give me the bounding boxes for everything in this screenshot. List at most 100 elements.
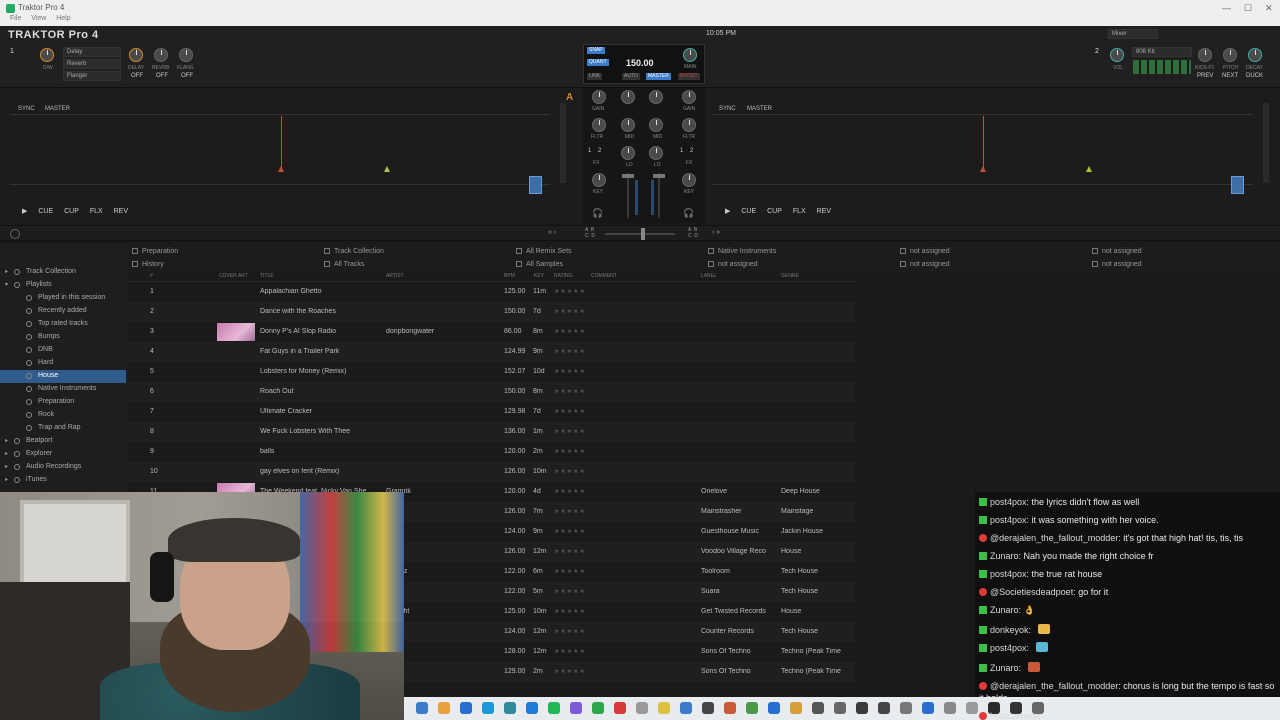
prev-button[interactable]: PREV — [1197, 73, 1213, 79]
col-header-genre[interactable]: GENRE — [781, 273, 799, 279]
fx-delay-knob[interactable] — [129, 48, 143, 62]
deck-b-gain-knob[interactable] — [682, 90, 696, 104]
sidebar-item[interactable]: Top rated tracks — [0, 318, 126, 331]
col-header-key[interactable]: KEY — [534, 273, 544, 279]
rating-stars[interactable]: ★★★★★ — [554, 348, 586, 355]
deck-b-hi-knob[interactable] — [649, 90, 663, 104]
rating-stars[interactable]: ★★★★★ — [554, 568, 586, 575]
taskbar-app-icon[interactable] — [966, 702, 978, 714]
table-row[interactable]: 5 Lobsters for Money (Remix) 152.07 10d ★★★★… — [128, 362, 855, 382]
col-header-comment[interactable]: COMMENT — [591, 273, 617, 279]
deck-b-cue-headphone-icon[interactable]: 🎧 — [683, 208, 694, 219]
sidebar-item[interactable]: House — [0, 370, 126, 383]
crossfader-assign-left[interactable]: A B C D — [585, 227, 595, 239]
favorite-slot[interactable]: All Remix Sets — [516, 248, 572, 255]
taskbar-app-icon[interactable] — [592, 702, 604, 714]
crossfader[interactable] — [605, 233, 675, 235]
fx-delay-off-button[interactable]: OFF — [131, 73, 143, 79]
deck-b-cup-button[interactable]: CUP — [767, 208, 782, 215]
taskbar-app-icon[interactable] — [504, 702, 516, 714]
rating-stars[interactable]: ★★★★★ — [554, 628, 586, 635]
taskbar-app-icon[interactable] — [702, 702, 714, 714]
col-header-bpm[interactable]: BPM — [504, 273, 515, 279]
fx2-assign-a[interactable]: 2 — [598, 148, 601, 154]
favorite-slot[interactable]: All Samples — [516, 261, 563, 268]
remix-kit-select[interactable]: 808 Kit — [1132, 47, 1192, 57]
sidebar-item[interactable]: ▾ Playlists — [0, 279, 126, 292]
deck-a-key-knob[interactable] — [592, 173, 606, 187]
rating-stars[interactable]: ★★★★★ — [554, 408, 586, 415]
deck-a-gain-knob[interactable] — [592, 90, 606, 104]
duck-button[interactable]: DUCK — [1246, 73, 1263, 79]
deck-a-master-button[interactable]: MASTER — [45, 106, 70, 112]
table-row[interactable]: 8 We Fuck Lobsters With Thee 136.00 1m ★★★★★ — [128, 422, 855, 442]
fx-select-2[interactable]: Reverb — [63, 59, 121, 69]
menu-view[interactable]: View — [31, 15, 46, 22]
sidebar-item[interactable]: Preparation — [0, 396, 126, 409]
rating-stars[interactable]: ★★★★★ — [554, 668, 586, 675]
taskbar-app-icon[interactable] — [460, 702, 472, 714]
table-row[interactable]: 4 Fat Guys in a Trailer Park 124.99 9m ★★★★★ — [128, 342, 855, 362]
favorite-slot[interactable]: Preparation — [132, 248, 178, 255]
taskbar-app-icon[interactable] — [658, 702, 670, 714]
fx-select-3[interactable]: Flanger — [63, 71, 121, 81]
favorite-slot[interactable]: not assigned — [708, 261, 758, 268]
favorite-slot[interactable]: not assigned — [900, 261, 950, 268]
fx-reverb-off-button[interactable]: OFF — [156, 73, 168, 79]
sidebar-item[interactable]: Rock — [0, 409, 126, 422]
play-icon[interactable]: ▶ — [22, 208, 27, 215]
rating-stars[interactable]: ★★★★★ — [554, 528, 586, 535]
fx-flanger-knob[interactable] — [179, 48, 193, 62]
deck-a-pitch-fader[interactable] — [560, 103, 566, 183]
sidebar-item[interactable]: Trap and Rap — [0, 422, 126, 435]
taskbar-app-icon[interactable] — [834, 702, 846, 714]
decay-knob[interactable] — [1248, 48, 1262, 62]
deck-b-sync-button[interactable]: SYNC — [719, 106, 736, 112]
sidebar-item[interactable]: Bumps — [0, 331, 126, 344]
play-icon[interactable]: ▶ — [725, 208, 730, 215]
search-icon[interactable] — [10, 229, 20, 239]
table-row[interactable]: 6 Roach Out 150.00 8m ★★★★★ — [128, 382, 855, 402]
fx1-assign-a[interactable]: 1 — [588, 148, 591, 154]
expand-arrow-icon[interactable]: ▸ — [5, 463, 8, 470]
taskbar-app-icon[interactable] — [614, 702, 626, 714]
expand-arrow-icon[interactable]: ▾ — [5, 281, 8, 288]
fx-drywet-knob[interactable] — [40, 48, 54, 62]
rating-stars[interactable]: ★★★★★ — [554, 368, 586, 375]
boost-button[interactable]: BOOST — [678, 73, 700, 80]
pitch-knob[interactable] — [1223, 48, 1237, 62]
taskbar-app-icon[interactable] — [944, 702, 956, 714]
col-header-artist[interactable]: ARTIST — [386, 273, 404, 279]
deck-a-flx-button[interactable]: FLX — [90, 208, 103, 215]
taskbar-app-icon[interactable] — [570, 702, 582, 714]
deck-a-channel-fader[interactable] — [627, 173, 629, 218]
deck-b-channel-fader[interactable] — [658, 173, 660, 218]
table-row[interactable]: 10 gay elves on fent (Remix) 126.00 10m ★★★★… — [128, 462, 855, 482]
sidebar-item[interactable]: ▸ Audio Recordings — [0, 461, 126, 474]
expand-arrow-icon[interactable]: ▸ — [5, 268, 8, 275]
sidebar-item[interactable]: ▸ Beatport — [0, 435, 126, 448]
pad-grid[interactable] — [1133, 60, 1191, 74]
menu-file[interactable]: File — [10, 15, 21, 22]
sidebar-item[interactable]: Recently added — [0, 305, 126, 318]
taskbar-app-icon[interactable] — [680, 702, 692, 714]
rating-stars[interactable]: ★★★★★ — [554, 488, 586, 495]
deck-b-master-button[interactable]: MASTER — [747, 106, 772, 112]
rating-stars[interactable]: ★★★★★ — [554, 388, 586, 395]
main-volume-knob[interactable] — [683, 48, 697, 62]
sidebar-item[interactable]: ▸ iTunes — [0, 474, 126, 487]
taskbar-app-icon[interactable] — [636, 702, 648, 714]
rating-stars[interactable]: ★★★★★ — [554, 508, 586, 515]
taskbar-app-icon[interactable] — [548, 702, 560, 714]
fx1-assign-b[interactable]: 1 — [680, 148, 683, 154]
rating-stars[interactable]: ★★★★★ — [554, 328, 586, 335]
table-row[interactable]: 2 Dance with the Roaches 150.00 7d ★★★★★ — [128, 302, 855, 322]
col-header-cover[interactable]: COVER ART — [219, 273, 248, 279]
rating-stars[interactable]: ★★★★★ — [554, 288, 586, 295]
sidebar-item[interactable]: ▸ Explorer — [0, 448, 126, 461]
deck-b-key-knob[interactable] — [682, 173, 696, 187]
taskbar-app-icon[interactable] — [856, 702, 868, 714]
deck-b-lo-knob[interactable] — [649, 146, 663, 160]
taskbar-app-icon[interactable] — [768, 702, 780, 714]
taskbar-app-icon[interactable] — [812, 702, 824, 714]
